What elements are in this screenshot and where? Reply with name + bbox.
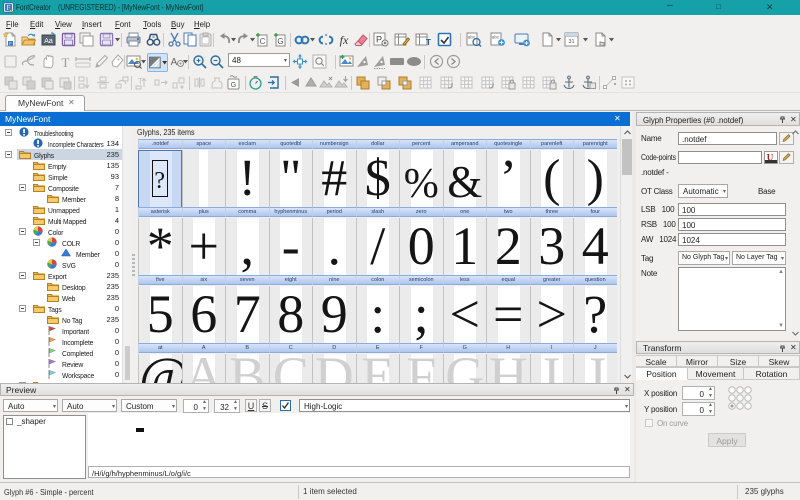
svg-text:abc: abc <box>492 35 500 40</box>
svg-text:T: T <box>426 38 431 47</box>
svg-text:fx: fx <box>340 33 349 47</box>
svg-text:A: A <box>171 57 178 68</box>
svg-text:31: 31 <box>568 39 574 45</box>
svg-text:T: T <box>138 77 143 86</box>
svg-text:C: C <box>260 37 266 46</box>
svg-text:G: G <box>277 37 283 46</box>
svg-text:Aa: Aa <box>44 38 53 45</box>
svg-text:F: F <box>9 41 12 46</box>
svg-text:P: P <box>376 35 382 45</box>
svg-text:G: G <box>231 82 236 89</box>
svg-text:T: T <box>62 55 70 69</box>
